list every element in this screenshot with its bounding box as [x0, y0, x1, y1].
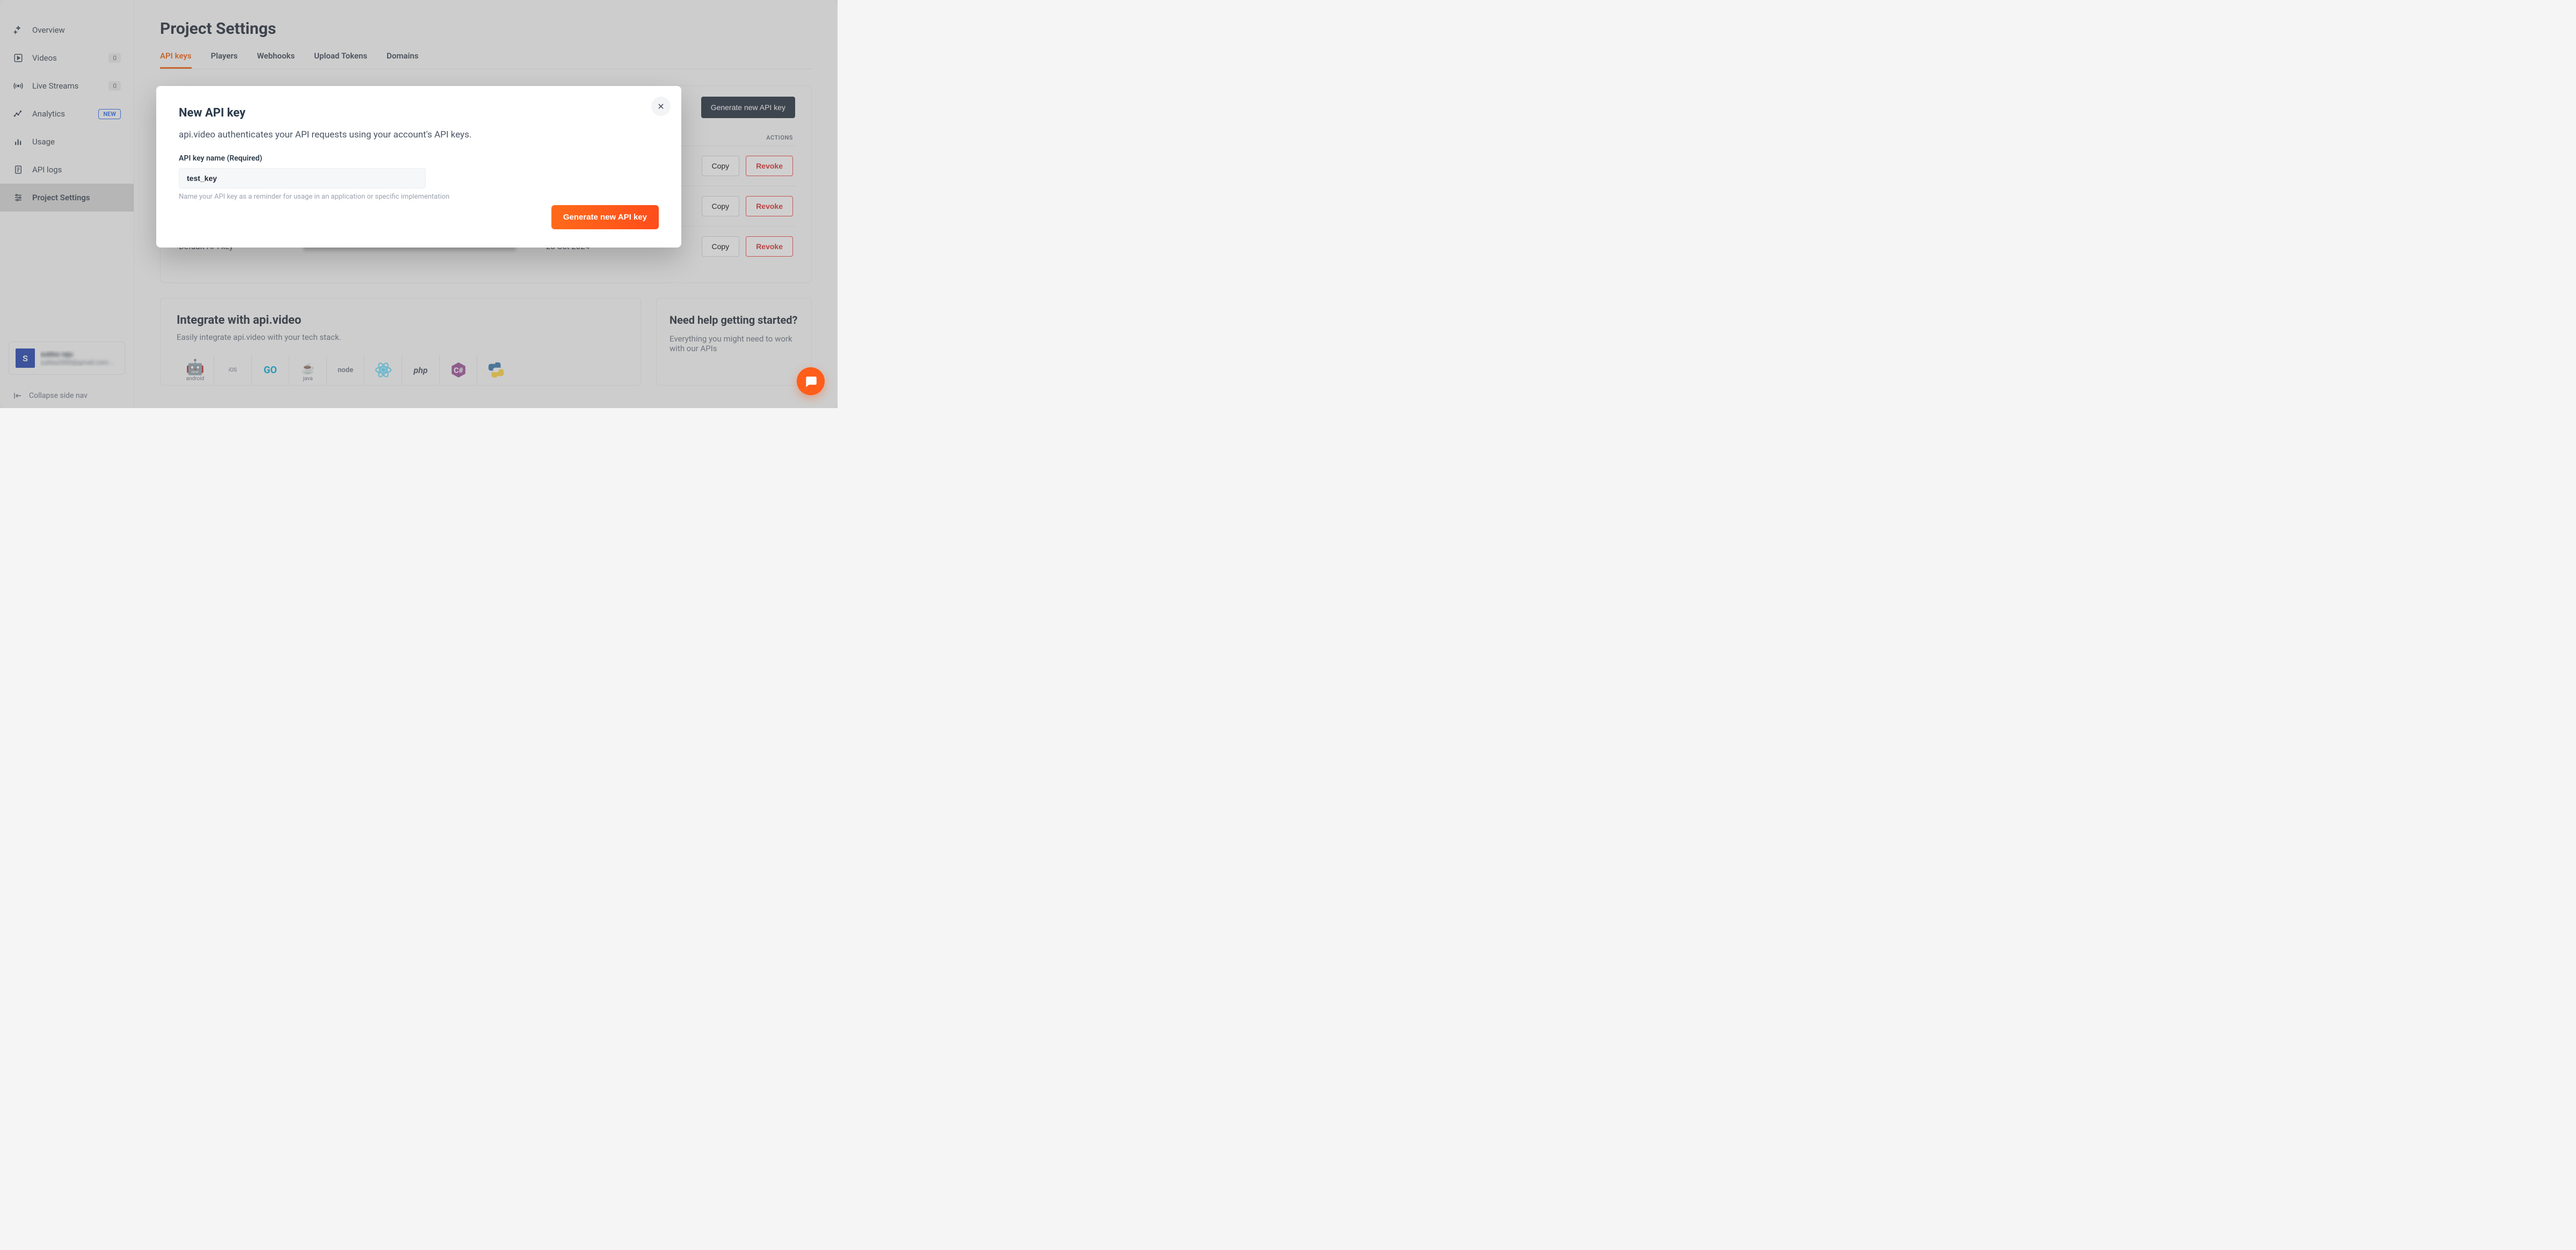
modal-overlay[interactable]: New API key api.video authenticates your… — [0, 0, 838, 408]
modal-title: New API key — [179, 106, 659, 120]
close-button[interactable] — [651, 97, 671, 116]
chat-fab[interactable] — [797, 367, 825, 395]
field-label: API key name (Required) — [179, 154, 659, 163]
chat-icon — [804, 374, 818, 388]
modal-generate-button[interactable]: Generate new API key — [551, 205, 659, 229]
new-api-key-modal: New API key api.video authenticates your… — [156, 86, 681, 248]
modal-description: api.video authenticates your API request… — [179, 129, 659, 140]
field-hint: Name your API key as a reminder for usag… — [179, 193, 659, 201]
modal-actions: Generate new API key — [179, 205, 659, 229]
close-icon — [657, 103, 665, 110]
api-key-name-input[interactable] — [179, 168, 426, 188]
